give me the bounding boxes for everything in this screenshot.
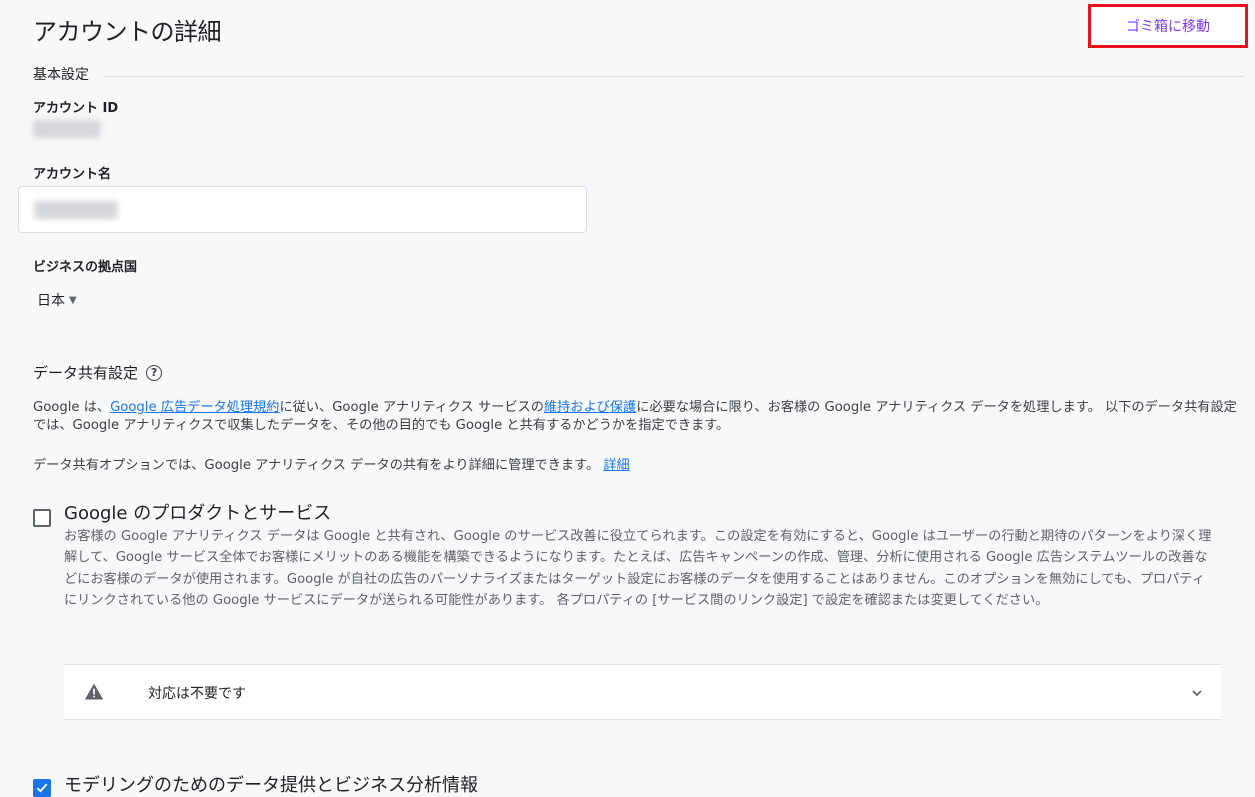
page-title: アカウントの詳細 [33, 18, 222, 46]
country-select[interactable]: 日本 ▼ [37, 290, 77, 310]
warning-triangle-icon [84, 683, 104, 700]
options-note-text: データ共有オプションでは、Google アナリティクス データの共有をより詳細に… [33, 458, 600, 473]
google-products-description: お客様の Google アナリティクス データは Google と共有され、Go… [64, 529, 1212, 609]
account-id-value-redacted [33, 120, 101, 138]
country-select-value: 日本 [37, 293, 65, 309]
business-country-label: ビジネスの拠点国 [33, 260, 138, 275]
checkmark-icon [36, 783, 48, 793]
ads-data-processing-terms-link[interactable]: Google 広告データ処理規約 [110, 400, 279, 415]
data-sharing-heading: データ共有設定 ? [33, 362, 163, 383]
section-divider [103, 76, 1244, 77]
basic-settings-heading: 基本設定 [33, 67, 89, 83]
data-sharing-options-note: データ共有オプションでは、Google アナリティクス データの共有をより詳細に… [33, 457, 1245, 475]
maintain-protect-link[interactable]: 維持および保護 [544, 400, 636, 415]
modeling-checkbox[interactable] [33, 779, 51, 797]
data-sharing-intro: Google は、Google 広告データ処理規約に従い、Google アナリテ… [33, 399, 1245, 435]
account-name-label: アカウント名 [33, 167, 112, 182]
status-text: 対応は不要です [148, 686, 246, 702]
account-name-value-redacted [34, 201, 118, 219]
move-to-trash-button[interactable]: ゴミ箱に移動 [1088, 4, 1248, 48]
intro-text-2: に従い、Google アナリティクス サービスの [279, 400, 544, 415]
modeling-title: モデリングのためのデータ提供とビジネス分析情報 [64, 775, 478, 796]
google-products-title: Google のプロダクトとサービス [64, 503, 332, 524]
status-expansion-panel[interactable]: 対応は不要です [64, 664, 1221, 720]
help-circle-icon[interactable]: ? [146, 364, 163, 381]
intro-text-1: Google は、 [33, 400, 111, 415]
learn-more-link[interactable]: 詳細 [603, 458, 629, 473]
data-sharing-title: データ共有設定 [33, 364, 139, 382]
account-id-label: アカウント ID [33, 101, 119, 116]
chevron-down-icon[interactable] [1191, 687, 1203, 699]
caret-down-icon: ▼ [69, 294, 77, 306]
account-name-input[interactable] [18, 186, 587, 233]
google-products-checkbox[interactable] [33, 509, 51, 527]
